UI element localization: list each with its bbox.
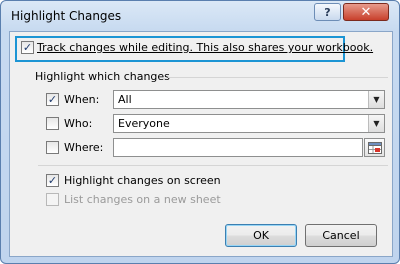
group-divider: [168, 77, 388, 78]
who-dropdown[interactable]: Everyone ▼: [113, 114, 385, 133]
who-label[interactable]: Who:: [64, 117, 92, 130]
who-value: Everyone: [118, 117, 170, 130]
dialog-title: Highlight Changes: [11, 9, 122, 23]
when-value: All: [118, 93, 132, 106]
close-icon: ✕: [360, 4, 372, 20]
track-changes-label[interactable]: Track changes while editing. This also s…: [37, 41, 373, 54]
where-label[interactable]: Where:: [64, 141, 103, 154]
ok-button[interactable]: OK: [225, 224, 297, 247]
range-select-button[interactable]: [364, 138, 385, 157]
highlight-changes-dialog: Highlight Changes ? ✕ ✓ Track changes wh…: [0, 0, 400, 264]
check-icon: ✓: [47, 174, 58, 187]
who-checkbox[interactable]: [46, 117, 59, 130]
close-button[interactable]: ✕: [343, 3, 389, 21]
help-icon: ?: [324, 5, 331, 19]
cancel-button[interactable]: Cancel: [305, 224, 377, 247]
chevron-down-icon[interactable]: ▼: [368, 91, 384, 108]
highlight-on-screen-label[interactable]: Highlight changes on screen: [64, 174, 221, 187]
when-dropdown[interactable]: All ▼: [113, 90, 385, 109]
check-icon: ✓: [47, 93, 58, 106]
where-range-input[interactable]: [113, 138, 363, 157]
where-checkbox[interactable]: [46, 141, 59, 154]
highlight-on-screen-checkbox[interactable]: ✓: [46, 174, 59, 187]
when-checkbox[interactable]: ✓: [46, 93, 59, 106]
track-changes-checkbox[interactable]: ✓: [21, 41, 34, 54]
list-on-new-sheet-label: List changes on a new sheet: [64, 193, 221, 206]
options-divider: [38, 165, 388, 166]
list-on-new-sheet-checkbox: [46, 193, 59, 206]
title-bar: Highlight Changes ? ✕: [1, 1, 399, 31]
dialog-body: ✓ Track changes while editing. This also…: [9, 31, 393, 257]
check-icon: ✓: [22, 41, 33, 54]
help-button[interactable]: ?: [314, 3, 341, 21]
when-label[interactable]: When:: [64, 93, 99, 106]
highlight-group-title: Highlight which changes: [35, 70, 170, 83]
range-select-icon: [367, 141, 382, 154]
chevron-down-icon[interactable]: ▼: [368, 115, 384, 132]
